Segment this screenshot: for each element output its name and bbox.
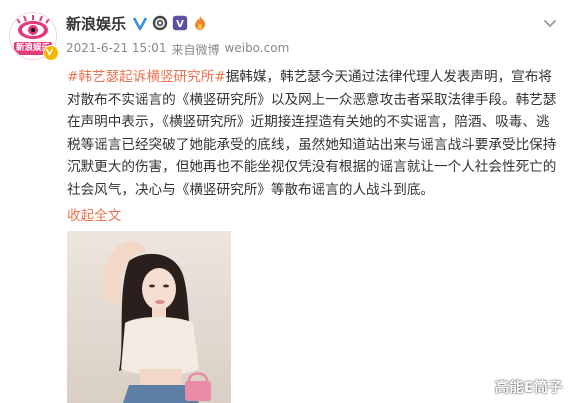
more-options-button[interactable] bbox=[541, 14, 559, 32]
post-timestamp[interactable]: 2021-6-21 15:01 bbox=[66, 41, 167, 58]
vip-badge-icon[interactable]: V bbox=[172, 15, 188, 31]
weibo-post: 新浪娱乐 新浪娱乐 V 2021-6-21 15:01 来自 微博 weibo.… bbox=[0, 0, 571, 403]
post-body-text: 据韩媒，韩艺瑟今天通过法律代理人发表声明，宣布将对散布不实谣言的《横竖研究所》以… bbox=[67, 69, 557, 198]
name-row: 新浪娱乐 V bbox=[66, 12, 208, 34]
source-name[interactable]: 微博 bbox=[196, 41, 220, 58]
collapse-text-link[interactable]: 收起全文 bbox=[67, 204, 121, 224]
source-prefix: 来自 bbox=[171, 43, 196, 57]
chevron-down-icon bbox=[544, 20, 556, 27]
verified-v-icon bbox=[43, 45, 59, 61]
hashtag-link[interactable]: #韩艺瑟起诉横竖研究所# bbox=[67, 69, 226, 85]
post-content: #韩艺瑟起诉横竖研究所#据韩媒，韩艺瑟今天通过法律代理人发表声明，宣布将对散布不… bbox=[67, 66, 563, 201]
post-meta: 2021-6-21 15:01 来自 微博 weibo.com bbox=[66, 41, 289, 58]
verified-v-icon[interactable] bbox=[132, 15, 148, 31]
post-image[interactable] bbox=[67, 231, 231, 403]
source-domain: weibo.com bbox=[224, 41, 290, 55]
woman-photo-icon bbox=[67, 231, 231, 403]
fan-badge-icon[interactable] bbox=[192, 15, 208, 31]
watermark: 高能E筒子 bbox=[494, 380, 563, 396]
svg-text:V: V bbox=[176, 19, 184, 30]
username[interactable]: 新浪娱乐 bbox=[66, 13, 126, 34]
level-badge-icon[interactable] bbox=[152, 15, 168, 31]
